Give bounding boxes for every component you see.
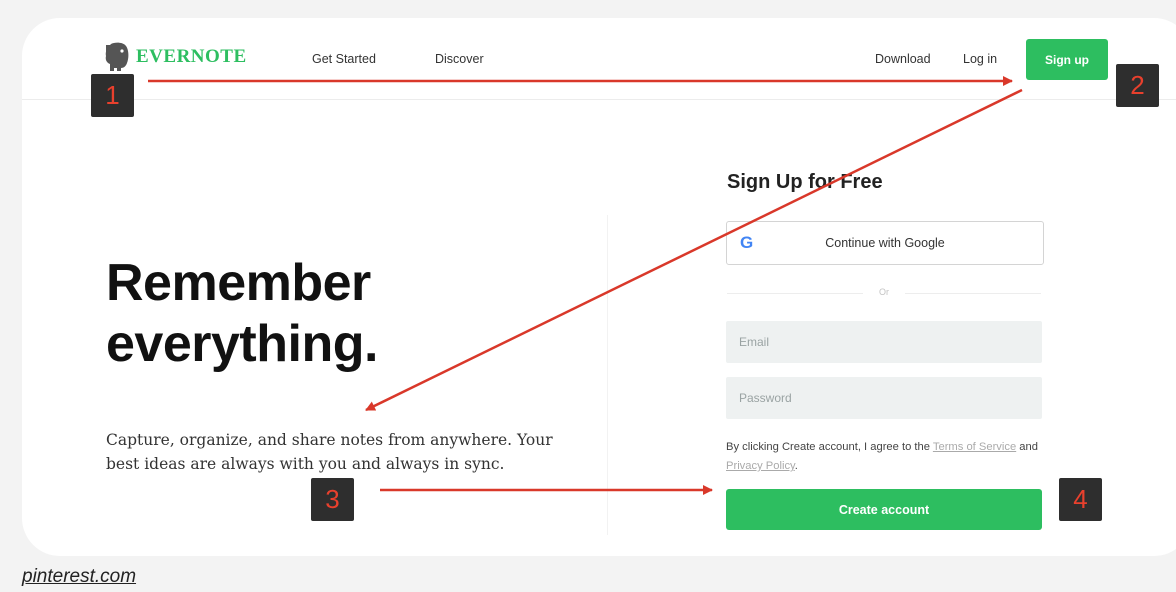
nav-discover[interactable]: Discover <box>435 52 484 66</box>
hero-title-line1: Remember <box>106 254 371 312</box>
privacy-policy-link[interactable]: Privacy Policy <box>726 460 795 472</box>
or-line-right <box>905 293 1041 294</box>
step-badge-4: 4 <box>1059 478 1102 521</box>
column-divider <box>607 215 608 535</box>
step-badge-2: 2 <box>1116 64 1159 107</box>
elephant-logo-icon <box>105 42 129 71</box>
google-button-label: Continue with Google <box>825 236 945 250</box>
hero-title-line2: everything. <box>106 315 378 373</box>
terms-prefix: By clicking Create account, I agree to t… <box>726 441 933 453</box>
header-divider <box>22 99 1176 100</box>
continue-with-google-button[interactable]: G Continue with Google <box>726 221 1044 265</box>
logo-text: EVERNOTE <box>136 46 247 67</box>
hero-subtitle: Capture, organize, and share notes from … <box>106 431 553 473</box>
terms-of-service-link[interactable]: Terms of Service <box>933 441 1016 453</box>
step-badge-3: 3 <box>311 478 354 521</box>
hero-title: Remember everything. <box>106 253 378 375</box>
terms-suffix: . <box>794 460 798 472</box>
signup-button[interactable]: Sign up <box>1026 39 1108 80</box>
step-badge-1: 1 <box>91 74 134 117</box>
evernote-logo[interactable]: EVERNOTE <box>104 40 247 74</box>
terms-and: and <box>1016 441 1038 453</box>
or-label: Or <box>879 287 889 297</box>
signup-form-title: Sign Up for Free <box>727 171 883 193</box>
nav-download[interactable]: Download <box>875 52 931 66</box>
source-link[interactable]: pinterest.com <box>22 566 136 588</box>
password-input[interactable] <box>726 377 1042 419</box>
nav-login[interactable]: Log in <box>963 52 997 66</box>
email-input[interactable] <box>726 321 1042 363</box>
nav-get-started[interactable]: Get Started <box>312 52 376 66</box>
create-account-button[interactable]: Create account <box>726 489 1042 530</box>
terms-notice: By clicking Create account, I agree to t… <box>726 438 1046 476</box>
or-separator: Or <box>727 286 1041 300</box>
